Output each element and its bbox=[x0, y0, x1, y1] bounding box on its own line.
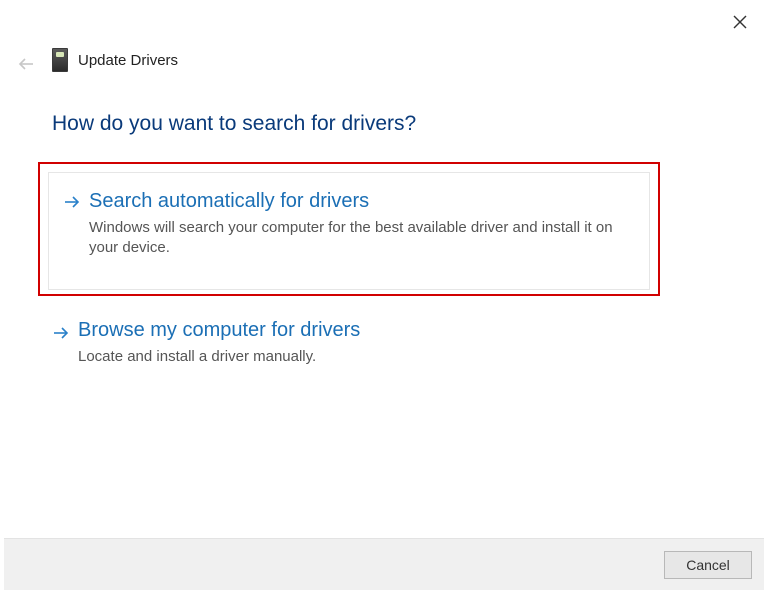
back-button bbox=[16, 54, 36, 74]
option-title: Browse my computer for drivers bbox=[78, 318, 642, 343]
dialog-footer: Cancel bbox=[4, 538, 764, 590]
device-icon bbox=[52, 48, 68, 72]
option-search-automatically[interactable]: Search automatically for drivers Windows… bbox=[48, 172, 650, 290]
highlighted-option-frame: Search automatically for drivers Windows… bbox=[38, 162, 660, 296]
close-button[interactable] bbox=[730, 12, 750, 32]
dialog-title: Update Drivers bbox=[78, 52, 178, 69]
option-title: Search automatically for drivers bbox=[89, 189, 631, 214]
dialog-question: How do you want to search for drivers? bbox=[52, 112, 416, 136]
close-icon bbox=[733, 15, 747, 29]
arrow-right-icon bbox=[52, 324, 70, 342]
cancel-button[interactable]: Cancel bbox=[664, 551, 752, 579]
dialog-header: Update Drivers bbox=[52, 48, 178, 72]
arrow-left-icon bbox=[18, 57, 34, 71]
arrow-right-icon bbox=[63, 193, 81, 211]
option-description: Windows will search your computer for th… bbox=[89, 218, 631, 259]
option-description: Locate and install a driver manually. bbox=[78, 347, 642, 367]
option-browse-computer[interactable]: Browse my computer for drivers Locate an… bbox=[38, 312, 660, 375]
options-container: Search automatically for drivers Windows… bbox=[38, 162, 660, 375]
